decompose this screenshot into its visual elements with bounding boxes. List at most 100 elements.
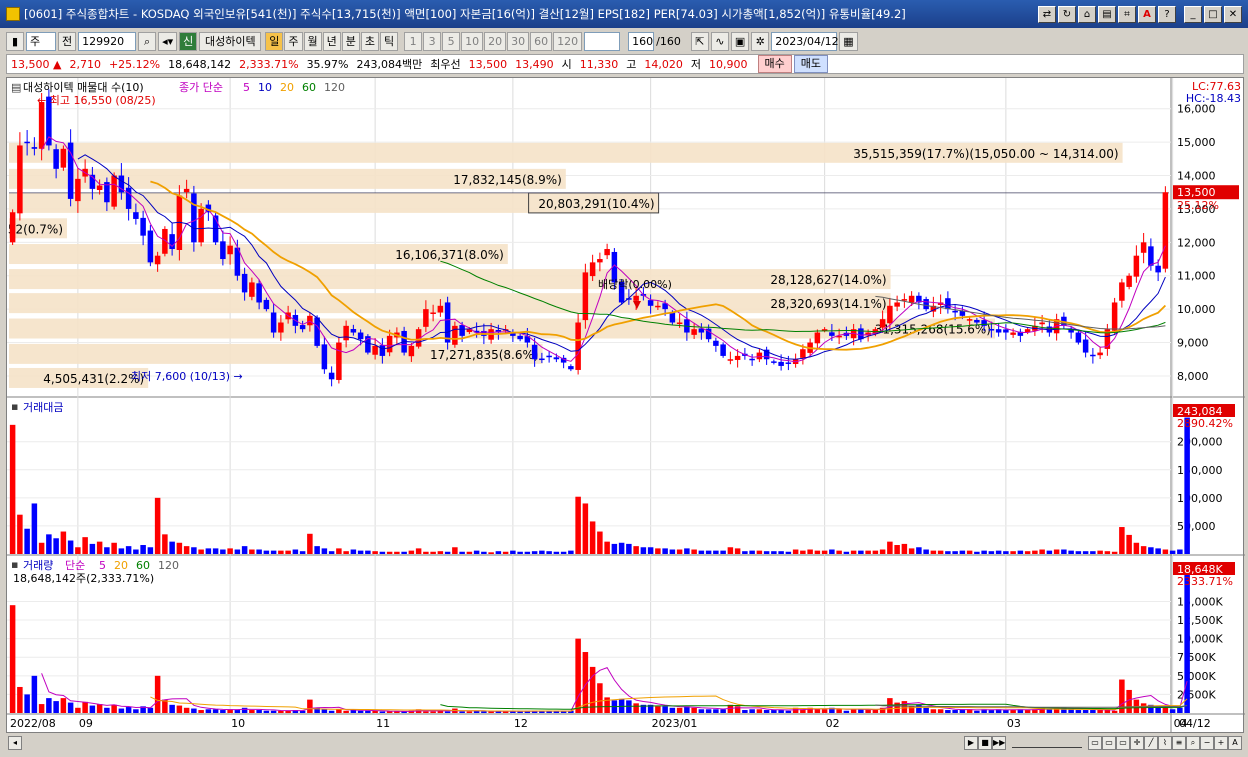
volume-bar [850, 709, 857, 713]
interval-button[interactable]: 30 [507, 31, 530, 51]
scroll-left-icon[interactable]: ◂ [8, 736, 22, 750]
volume-bar [379, 711, 386, 713]
close-button[interactable]: ✕ [1224, 5, 1242, 23]
speaker-icon[interactable]: ◂▾ [158, 31, 178, 51]
alert-icon[interactable]: A [1138, 5, 1156, 23]
maximize-button[interactable]: □ [1204, 5, 1222, 23]
stop-icon[interactable]: ■ [978, 736, 992, 750]
interval-button[interactable]: 1 [404, 31, 423, 51]
amount-bar [937, 550, 944, 554]
amount-bar [46, 534, 52, 554]
volume-bar [89, 705, 96, 713]
calendar-icon[interactable]: ▦ [839, 31, 858, 51]
amount-bar [379, 551, 386, 554]
volume-bar [597, 683, 603, 713]
minus-icon[interactable]: − [1200, 736, 1214, 750]
print-icon[interactable]: ▤ [1098, 5, 1116, 23]
text-tool-icon[interactable]: A [1228, 736, 1242, 750]
period-tab[interactable]: 주 [284, 31, 303, 51]
layout-2-icon[interactable]: ▭ [1102, 736, 1116, 750]
minimize-button[interactable]: _ [1184, 5, 1202, 23]
period-tab[interactable]: 틱 [380, 31, 399, 51]
custom-interval-input[interactable] [584, 31, 621, 51]
help-icon[interactable]: ? [1158, 5, 1176, 23]
candle-body [771, 361, 777, 363]
interval-button[interactable]: 120 [553, 31, 583, 51]
amount-bar [1010, 551, 1016, 554]
amount-bar [887, 541, 893, 554]
candle-body [343, 325, 349, 341]
candle-body [459, 325, 465, 336]
high-label: 고 [626, 58, 637, 71]
trend-tool-icon[interactable]: ╱ [1144, 736, 1158, 750]
amount-bar [510, 550, 516, 554]
volume-bar [1024, 710, 1031, 713]
amount-bar [778, 551, 784, 554]
buy-button[interactable]: 매수 [757, 55, 792, 73]
draw-tool-icon[interactable]: ⌇ [1158, 736, 1172, 750]
candle-body [597, 259, 603, 263]
price-tag-pct: 25.12% [1177, 199, 1219, 212]
sell-button[interactable]: 매도 [793, 55, 828, 73]
volume-profile-label: 28,320,693(14.1%) [770, 297, 886, 311]
plus-icon[interactable]: + [1214, 736, 1228, 750]
period-tab[interactable]: 월 [303, 31, 322, 51]
candle-body [299, 325, 306, 330]
volume-bar [974, 710, 980, 713]
amount-bar [394, 551, 400, 554]
interval-button[interactable]: 10 [461, 31, 484, 51]
fast-forward-icon[interactable]: ▶▶ [992, 736, 1006, 750]
interval-button[interactable]: 60 [530, 31, 553, 51]
interval-button[interactable]: 3 [423, 31, 442, 51]
amount-bar [125, 546, 132, 554]
amount-bar [488, 552, 494, 554]
candle-body [676, 322, 683, 325]
candle-body [669, 312, 676, 323]
play-icon[interactable]: ▶ [964, 736, 978, 750]
search-icon[interactable]: ⌕ [138, 31, 157, 51]
code-input[interactable]: 129920 [78, 31, 137, 51]
volume-bar [763, 710, 770, 713]
candle-body [372, 345, 378, 355]
chart-area[interactable]: 16,000 15,000 14,000 13,000 12,000 11,000 10,0… [6, 77, 1245, 734]
volume-bar [256, 710, 262, 713]
amount-bar [89, 543, 96, 554]
candle-body [17, 145, 23, 214]
zoom-out-icon[interactable]: ⌕ [1186, 736, 1200, 750]
all-button[interactable]: 전 [58, 31, 77, 51]
amount-bar [299, 551, 306, 554]
period-tab[interactable]: 일 [265, 31, 284, 51]
stock-link-icon[interactable]: ⌗ [1118, 5, 1136, 23]
volume-bar [336, 709, 342, 713]
candle-body [734, 355, 741, 360]
period-tab[interactable]: 년 [322, 31, 341, 51]
refresh-icon[interactable]: ↻ [1058, 5, 1076, 23]
indicator-icon[interactable]: ∿ [710, 31, 729, 51]
volume-bar [263, 710, 270, 713]
interval-button[interactable]: 5 [442, 31, 461, 51]
amount-bar [771, 551, 777, 554]
save-icon[interactable]: ▣ [730, 31, 750, 51]
count-input[interactable]: 160 [628, 31, 655, 51]
fib-tool-icon[interactable]: ≡ [1172, 736, 1186, 750]
scroll-slider[interactable] [1012, 738, 1082, 748]
market-select[interactable]: 주 [26, 31, 56, 51]
link-icon[interactable]: ⇄ [1038, 5, 1056, 23]
amount-bar [974, 551, 980, 554]
amount-bar [589, 521, 596, 554]
volume-axis-tick: 5,000K [1177, 670, 1216, 683]
settings-icon[interactable]: ✲ [751, 31, 770, 51]
chart-canvas[interactable]: 16,00015,00014,00013,00012,00011,00010,0… [7, 78, 1245, 734]
period-tab[interactable]: 분 [341, 31, 360, 51]
candle-body [879, 319, 886, 328]
layout-3-icon[interactable]: ▭ [1116, 736, 1130, 750]
period-tab[interactable]: 초 [360, 31, 380, 51]
date-input[interactable]: 2023/04/12 [771, 31, 839, 51]
pin-icon[interactable]: ⌂ [1078, 5, 1096, 23]
zoom-icon[interactable]: ⇱ [690, 31, 709, 51]
chart-menu-icon[interactable]: ▮ [6, 31, 24, 51]
interval-button[interactable]: 20 [484, 31, 507, 51]
crosshair-icon[interactable]: ✛ [1130, 736, 1144, 750]
candle-body [655, 305, 661, 308]
layout-1-icon[interactable]: ▭ [1088, 736, 1102, 750]
